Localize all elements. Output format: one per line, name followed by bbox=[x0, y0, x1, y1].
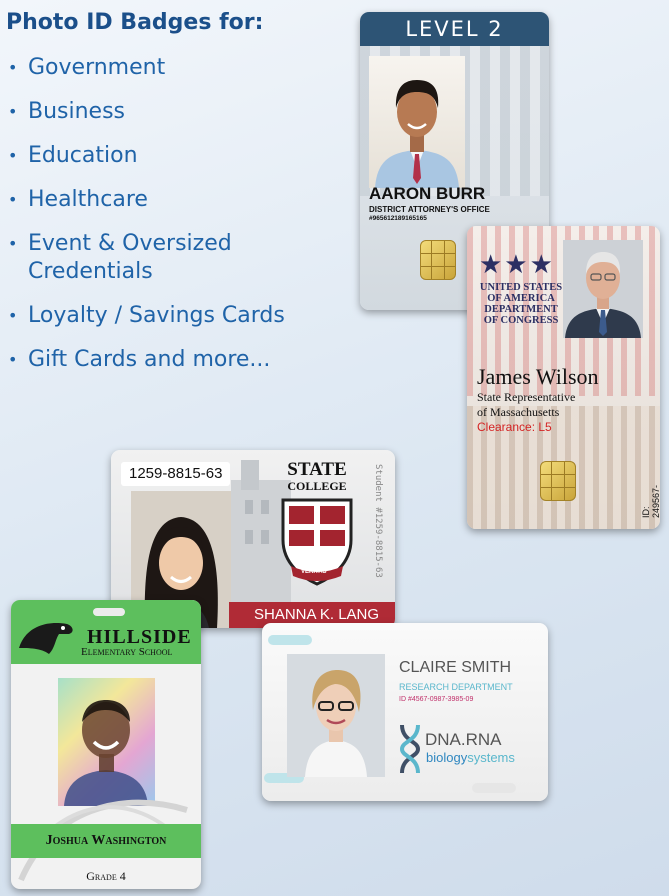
list-item: • Business bbox=[0, 98, 330, 126]
list-item-label: Loyalty / Savings Cards bbox=[28, 303, 285, 328]
badge-type-list: • Government • Business • Education • Health… bbox=[0, 54, 330, 390]
list-item-label: Gift Cards and more... bbox=[28, 347, 271, 372]
man-portrait-icon bbox=[375, 80, 459, 188]
bullet-icon: • bbox=[8, 102, 18, 121]
list-item-label: Education bbox=[28, 143, 138, 168]
title-line: of Massachusetts bbox=[477, 405, 560, 419]
badge-holder-name: CLAIRE SMITH bbox=[399, 659, 512, 676]
school-type: Elementary School bbox=[81, 646, 173, 658]
badge-holder-name: AARON BURR bbox=[369, 184, 486, 203]
brand-tagline-biology: biology bbox=[426, 750, 468, 765]
department-line: UNITED STATES bbox=[479, 282, 563, 293]
list-item: • Loyalty / Savings Cards bbox=[0, 302, 330, 330]
smart-chip-icon bbox=[540, 461, 576, 501]
crest-motto: VERITAS bbox=[301, 569, 327, 575]
brand-tagline: biologysystems bbox=[426, 750, 515, 765]
eagle-logo-icon bbox=[19, 623, 73, 654]
id-number: ID: 249567-92 bbox=[641, 484, 660, 518]
page-heading: Photo ID Badges for: bbox=[6, 10, 264, 35]
stars-icon: ★★★ bbox=[479, 250, 555, 280]
id-number: ID #4567-0987-3985-09 bbox=[399, 696, 474, 703]
college-name: STATE COLLEGE bbox=[271, 459, 363, 494]
list-item: • Education bbox=[0, 142, 330, 170]
bullet-icon: • bbox=[8, 146, 18, 165]
list-item: • Government bbox=[0, 54, 330, 82]
student-id-number: 1259-8815-63 bbox=[121, 462, 231, 486]
title-line: State Representative bbox=[477, 390, 576, 404]
department-label: UNITED STATES OF AMERICA DEPARTMENT OF C… bbox=[473, 282, 569, 326]
dna-rna-badge: CLAIRE SMITH RESEARCH DEPARTMENT ID #456… bbox=[262, 623, 548, 801]
department-label: RESEARCH DEPARTMENT bbox=[399, 682, 513, 692]
hillside-badge: HILLSIDE Elementary School Joshua Washin… bbox=[11, 600, 201, 889]
college-name-line: STATE bbox=[287, 459, 347, 480]
department-line: OF AMERICA bbox=[487, 293, 555, 304]
bullet-icon: • bbox=[8, 190, 18, 209]
office-label: DISTRICT ATTORNEY'S OFFICE bbox=[369, 205, 490, 214]
bullet-icon: • bbox=[8, 350, 18, 369]
portrait-photo bbox=[369, 56, 465, 188]
list-item-label: Government bbox=[28, 55, 166, 80]
bullet-icon: • bbox=[8, 234, 18, 253]
brand-name: DNA.RNA bbox=[425, 730, 502, 749]
smart-chip-icon bbox=[420, 240, 456, 280]
list-item-label: Business bbox=[28, 99, 126, 124]
student-name: Joshua Washington bbox=[45, 833, 167, 848]
grade-label: Grade 4 bbox=[86, 869, 126, 883]
woman-portrait-icon bbox=[287, 654, 385, 777]
list-item-label: Healthcare bbox=[28, 187, 148, 212]
department-line: DEPARTMENT bbox=[484, 304, 558, 315]
list-item: • Healthcare bbox=[0, 186, 330, 214]
college-crest-icon bbox=[281, 498, 353, 586]
level-band: LEVEL 2 bbox=[360, 12, 549, 46]
lanyard-slot bbox=[93, 608, 125, 616]
list-item: • Event & Oversized Credentials bbox=[0, 230, 268, 286]
portrait-photo bbox=[287, 654, 385, 777]
list-item-label: Event & Oversized Credentials bbox=[28, 231, 232, 284]
bullet-icon: • bbox=[8, 58, 18, 77]
list-item: • Gift Cards and more... bbox=[0, 346, 330, 374]
vertical-student-number: Student #1259-8815-63 bbox=[373, 464, 383, 578]
department-line: OF CONGRESS bbox=[483, 315, 559, 326]
brand-tagline-systems: systems bbox=[467, 750, 515, 765]
badge-holder-name: James Wilson bbox=[477, 364, 599, 389]
congress-badge: ★★★ UNITED STATES OF AMERICA DEPARTMENT … bbox=[467, 226, 660, 529]
badge-number: #965612189165165 bbox=[369, 215, 427, 222]
college-name-line: COLLEGE bbox=[287, 479, 347, 493]
bullet-icon: • bbox=[8, 306, 18, 325]
dna-helix-icon bbox=[399, 724, 421, 774]
portrait-photo bbox=[563, 240, 643, 338]
older-man-portrait-icon bbox=[563, 240, 643, 338]
badge-holder-name: SHANNA K. LANG bbox=[254, 606, 380, 623]
clearance-label: Clearance: L5 bbox=[477, 420, 552, 434]
